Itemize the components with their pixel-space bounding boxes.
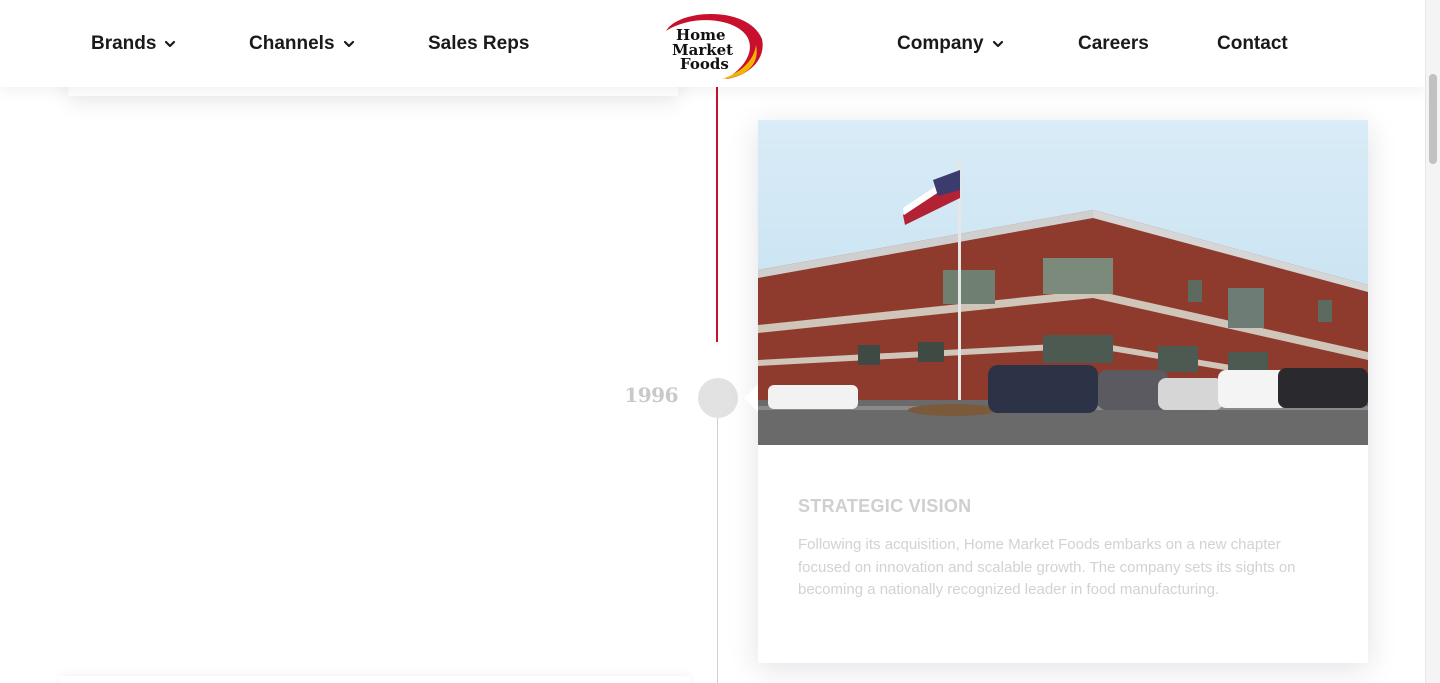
timeline-progress-line: [716, 87, 718, 342]
next-timeline-card: [60, 676, 690, 683]
scrollbar-thumb[interactable]: [1429, 74, 1437, 164]
nav-channels[interactable]: Channels: [249, 32, 355, 56]
home-market-foods-logo[interactable]: Home Market Foods: [660, 9, 766, 81]
nav-company-label: Company: [897, 33, 984, 54]
timeline-year: 1996: [624, 383, 678, 407]
chevron-down-icon: [992, 40, 1003, 48]
nav-careers-label: Careers: [1078, 33, 1149, 54]
timeline-dot: [698, 378, 738, 418]
nav-sales-reps[interactable]: Sales Reps: [428, 32, 529, 56]
card-pointer: [744, 384, 758, 412]
timeline-card: STRATEGIC VISION Following its acquisiti…: [758, 120, 1368, 663]
logo-line-3: Foods: [680, 55, 729, 73]
nav-contact[interactable]: Contact: [1217, 32, 1288, 56]
building-photo: [758, 120, 1368, 445]
nav-brands-label: Brands: [91, 33, 157, 54]
nav-sales-reps-label: Sales Reps: [428, 33, 530, 54]
chevron-down-icon: [165, 40, 176, 48]
logo-swoosh-icon: Home Market Foods: [666, 13, 763, 79]
card-title: STRATEGIC VISION: [798, 496, 972, 516]
nav-channels-label: Channels: [249, 33, 335, 54]
card-description: Following its acquisition, Home Market F…: [798, 536, 1296, 599]
chevron-down-icon: [343, 40, 354, 48]
timeline-line: [717, 418, 718, 683]
nav-careers[interactable]: Careers: [1078, 32, 1149, 56]
nav-company[interactable]: Company: [897, 32, 1004, 56]
building-photo-icon: [758, 120, 1368, 445]
nav-brands[interactable]: Brands: [91, 32, 176, 56]
nav-contact-label: Contact: [1217, 33, 1288, 54]
site-header: Brands Channels Sales Reps Home Market F…: [0, 0, 1425, 87]
